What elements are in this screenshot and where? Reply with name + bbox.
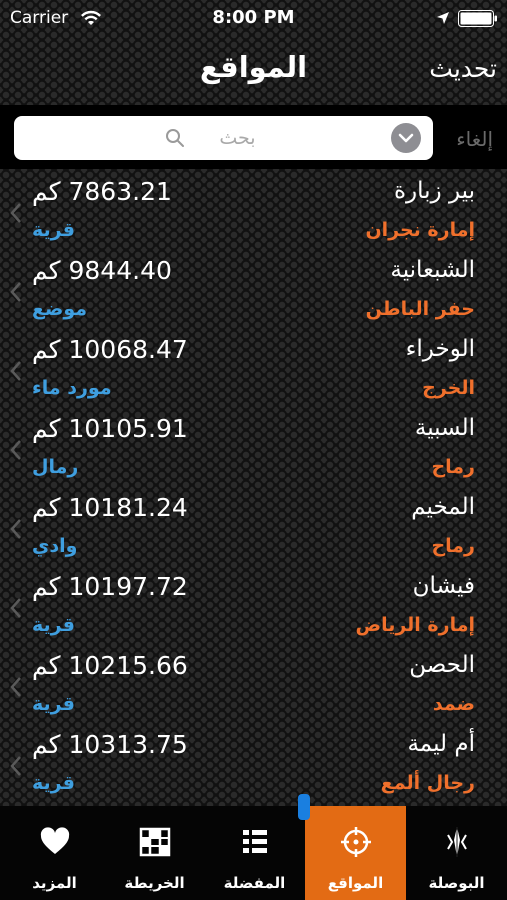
refresh-button[interactable]: تحديث <box>429 54 497 83</box>
location-distance: 10197.72 كم <box>32 572 188 601</box>
list-item[interactable]: بير زبارة إمارة نجران 7863.21 كم قرية <box>0 174 507 253</box>
battery-icon <box>458 10 497 27</box>
location-distance: 10105.91 كم <box>32 414 188 443</box>
tab-label: البوصلة <box>428 874 485 892</box>
status-bar: Carrier 8:00 PM <box>0 0 507 38</box>
location-name: الشبعانية <box>390 257 475 283</box>
location-name: السبية <box>414 415 475 441</box>
search-bar: إلغاء <box>0 105 507 169</box>
location-distance: 7863.21 كم <box>32 177 172 206</box>
location-distance: 10215.66 كم <box>32 651 188 680</box>
location-arrow-icon <box>437 12 449 24</box>
location-type: موضع <box>32 298 88 320</box>
chevron-left-icon <box>10 361 21 381</box>
list-item[interactable]: السبية رماح 10105.91 كم رمال <box>0 411 507 490</box>
locations-list[interactable]: بير زبارة إمارة نجران 7863.21 كم قرية ال… <box>0 174 507 806</box>
location-region: الخرج <box>422 377 475 399</box>
list-item[interactable]: الشبعانية حفر الباطن 9844.40 كم موضع <box>0 253 507 332</box>
map-icon <box>139 827 170 857</box>
chevron-down-icon <box>398 133 414 143</box>
tab-more[interactable]: المزيد <box>4 806 105 900</box>
crosshair-icon <box>340 827 371 857</box>
list-item[interactable]: الحصن ضمد 10215.66 كم قرية <box>0 648 507 727</box>
location-name: بير زبارة <box>393 178 475 204</box>
location-type: مورد ماء <box>32 377 112 399</box>
location-distance: 9844.40 كم <box>32 256 172 285</box>
chevron-left-icon <box>10 677 21 697</box>
chevron-left-icon <box>10 203 21 223</box>
location-type: قرية <box>32 219 75 241</box>
location-region: رماح <box>431 535 475 557</box>
tab-compass[interactable]: البوصلة <box>406 806 507 900</box>
location-type: قرية <box>32 614 75 636</box>
list-item[interactable]: أم ليمة رجال ألمع 10313.75 كم قرية <box>0 727 507 806</box>
location-type: رمال <box>32 456 79 478</box>
tab-label: الخريطة <box>124 874 185 892</box>
compass-icon <box>446 827 467 857</box>
scroll-indicator[interactable] <box>298 794 310 820</box>
location-region: حفر الباطن <box>365 298 475 320</box>
location-name: المخيم <box>411 494 475 520</box>
tab-locations[interactable]: المواقع <box>305 806 406 900</box>
tab-label: المزيد <box>32 874 77 892</box>
location-name: الحصن <box>409 652 475 678</box>
location-name: فيشان <box>412 573 475 599</box>
tab-label: المفضلة <box>223 874 286 892</box>
tab-map[interactable]: الخريطة <box>104 806 205 900</box>
cancel-button[interactable]: إلغاء <box>456 127 493 151</box>
list-item[interactable]: المخيم رماح 10181.24 كم وادي <box>0 490 507 569</box>
location-name: أم ليمة <box>407 731 475 757</box>
search-placeholder-wrap <box>14 116 433 160</box>
search-input[interactable] <box>192 127 283 149</box>
chevron-left-icon <box>10 756 21 776</box>
location-region: إمارة نجران <box>365 219 475 241</box>
chevron-left-icon <box>10 282 21 302</box>
location-type: قرية <box>32 693 75 715</box>
location-type: وادي <box>32 535 78 557</box>
chevron-left-icon <box>10 519 21 539</box>
location-type: قرية <box>32 772 75 794</box>
location-distance: 10313.75 كم <box>32 730 188 759</box>
chevron-left-icon <box>10 598 21 618</box>
heart-icon <box>40 827 69 854</box>
location-distance: 10068.47 كم <box>32 335 188 364</box>
status-time: 8:00 PM <box>212 7 295 28</box>
grid-list-icon <box>242 830 267 853</box>
location-distance: 10181.24 كم <box>32 493 188 522</box>
location-name: الوخراء <box>405 336 475 362</box>
chevron-left-icon <box>10 440 21 460</box>
scope-dropdown-button[interactable] <box>391 123 421 153</box>
search-icon <box>165 129 184 147</box>
location-region: ضمد <box>432 693 475 715</box>
location-region: إمارة الرياض <box>355 614 475 636</box>
location-region: رجال ألمع <box>380 772 475 794</box>
navigation-bar: المواقع تحديث <box>0 38 507 102</box>
list-item[interactable]: فيشان إمارة الرياض 10197.72 كم قرية <box>0 569 507 648</box>
list-item[interactable]: الوخراء الخرج 10068.47 كم مورد ماء <box>0 332 507 411</box>
location-region: رماح <box>431 456 475 478</box>
tab-favorites[interactable]: المفضلة <box>204 806 305 900</box>
search-field[interactable] <box>14 116 433 160</box>
tab-label: المواقع <box>327 874 384 892</box>
tab-bar: المزيد الخريطة المفضلة المواقع البوصلة <box>0 806 507 900</box>
